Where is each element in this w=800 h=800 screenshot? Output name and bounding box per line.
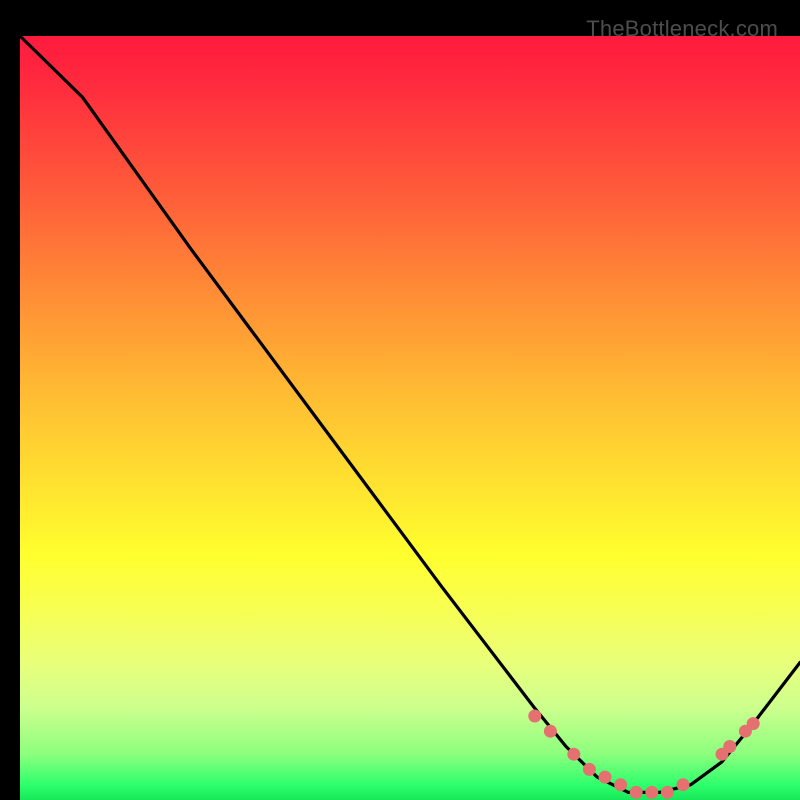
data-marker bbox=[599, 771, 612, 784]
data-marker bbox=[583, 763, 596, 776]
data-marker bbox=[645, 786, 658, 799]
data-marker bbox=[723, 740, 736, 753]
data-marker bbox=[677, 778, 690, 791]
data-marker bbox=[567, 748, 580, 761]
data-marker bbox=[614, 778, 627, 791]
data-marker bbox=[661, 786, 674, 799]
chart-frame: TheBottleneck.com bbox=[10, 10, 790, 790]
data-marker bbox=[544, 725, 557, 738]
chart-line bbox=[20, 36, 800, 792]
data-marker bbox=[747, 717, 760, 730]
chart-markers bbox=[528, 710, 759, 799]
data-marker bbox=[630, 786, 643, 799]
curve-path bbox=[20, 36, 800, 792]
data-marker bbox=[528, 710, 541, 723]
chart-svg bbox=[20, 36, 800, 800]
